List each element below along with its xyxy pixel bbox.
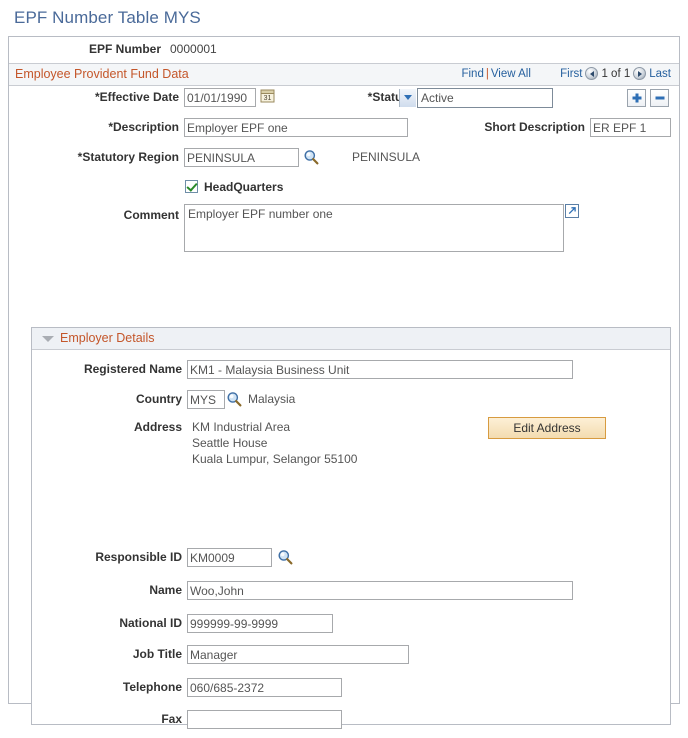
group-title: Employee Provident Fund Data	[15, 67, 189, 81]
key-field-row: EPF Number 0000001	[9, 37, 679, 63]
row-address: Address KM Industrial Area Seattle House…	[32, 416, 670, 478]
row-effective-date-status: *Effective Date 31 *Status Active	[9, 86, 679, 116]
country-label: Country	[136, 392, 182, 406]
comment-label: Comment	[123, 208, 179, 222]
effective-date-label: *Effective Date	[94, 90, 179, 104]
next-page-icon[interactable]	[633, 67, 647, 80]
national-id-input[interactable]	[187, 614, 333, 633]
status-label: *Status	[367, 90, 409, 104]
country-input[interactable]	[187, 390, 225, 409]
statutory-region-input[interactable]	[184, 148, 299, 167]
row-name: Name	[32, 579, 670, 612]
national-id-label: National ID	[119, 616, 182, 630]
headquarters-label: HeadQuarters	[204, 180, 284, 194]
page-frame: EPF Number 0000001 Employee Provident Fun…	[8, 36, 680, 729]
row-description: *Description Short Description	[9, 116, 679, 146]
first-link[interactable]: First	[560, 68, 582, 80]
comment-textarea[interactable]: Employer EPF number one	[184, 204, 564, 252]
row-responsible-id: Responsible ID	[32, 546, 670, 579]
telephone-input[interactable]	[187, 678, 342, 697]
last-link[interactable]: Last	[649, 68, 671, 80]
statutory-region-label: *Statutory Region	[77, 150, 179, 164]
short-description-input[interactable]	[590, 118, 671, 137]
address-line-1: KM Industrial Area	[192, 420, 291, 434]
row-statutory-region: *Statutory Region PENINSULA	[9, 146, 679, 176]
calendar-icon[interactable]: 31	[260, 88, 276, 105]
find-link[interactable]: Find	[461, 68, 483, 80]
group-header-epf-data: Employee Provident Fund Data Find | View A…	[9, 63, 679, 86]
add-row-button[interactable]	[627, 89, 646, 107]
job-title-input[interactable]	[187, 645, 409, 664]
epf-number-label: EPF Number	[88, 42, 161, 56]
statutory-region-lookup-icon[interactable]	[303, 149, 319, 165]
address-line-2: Seattle House	[192, 436, 268, 450]
employer-details-group: Employer Details Registered Name Country	[31, 327, 671, 729]
employer-details-body: Registered Name Country Malaysia Ad	[32, 358, 670, 738]
expand-popout-icon[interactable]	[565, 204, 579, 218]
registered-name-input[interactable]	[187, 360, 573, 379]
grid-navigation: Find | View All First 1 of 1 Last	[461, 67, 671, 80]
edit-address-button[interactable]: Edit Address	[488, 417, 606, 439]
statutory-region-resolved: PENINSULA	[352, 150, 421, 164]
address-label: Address	[133, 420, 182, 434]
row-comment: Comment Employer EPF number one	[9, 204, 679, 260]
row-telephone: Telephone	[32, 676, 670, 708]
registered-name-label: Registered Name	[83, 362, 182, 376]
country-lookup-icon[interactable]	[226, 391, 242, 407]
short-description-label: Short Description	[484, 120, 585, 134]
previous-page-icon[interactable]	[585, 67, 599, 80]
page-title: EPF Number Table MYS	[14, 8, 201, 27]
row-action-buttons	[623, 89, 669, 107]
status-select[interactable]: Active	[417, 88, 553, 108]
pagination-group: First 1 of 1 Last	[560, 67, 671, 80]
responsible-id-lookup-icon[interactable]	[277, 549, 293, 565]
row-registered-name: Registered Name	[32, 358, 670, 388]
country-resolved: Malaysia	[248, 392, 296, 406]
employer-details-header: Employer Details	[32, 328, 670, 350]
address-line-3: Kuala Lumpur, Selangor 55100	[192, 452, 358, 466]
effective-date-input[interactable]	[184, 88, 256, 107]
employer-details-title: Employer Details	[60, 331, 155, 345]
delete-row-button[interactable]	[650, 89, 669, 107]
headquarters-checkbox[interactable]	[185, 180, 198, 193]
view-all-link[interactable]: View All	[491, 68, 531, 80]
row-country: Country Malaysia	[32, 388, 670, 416]
svg-text:31: 31	[264, 95, 272, 102]
row-fax: Fax	[32, 708, 670, 738]
collapse-triangle-icon[interactable]	[42, 336, 54, 342]
name-label: Name	[149, 583, 182, 597]
row-job-title: Job Title	[32, 643, 670, 676]
form-body: *Effective Date 31 *Status Active	[9, 86, 679, 260]
job-title-label: Job Title	[132, 647, 182, 661]
fax-label: Fax	[161, 712, 182, 726]
page-position: 1 of 1	[601, 68, 631, 80]
nav-separator: |	[485, 68, 489, 80]
row-headquarters: HeadQuarters	[9, 176, 679, 204]
responsible-id-input[interactable]	[187, 548, 272, 567]
description-input[interactable]	[184, 118, 408, 137]
responsible-id-label: Responsible ID	[95, 550, 182, 564]
row-national-id: National ID	[32, 612, 670, 643]
telephone-label: Telephone	[122, 680, 182, 694]
name-input[interactable]	[187, 581, 573, 600]
epf-number-value: 0000001	[170, 42, 217, 56]
description-label: *Description	[108, 120, 179, 134]
fax-input[interactable]	[187, 710, 342, 729]
